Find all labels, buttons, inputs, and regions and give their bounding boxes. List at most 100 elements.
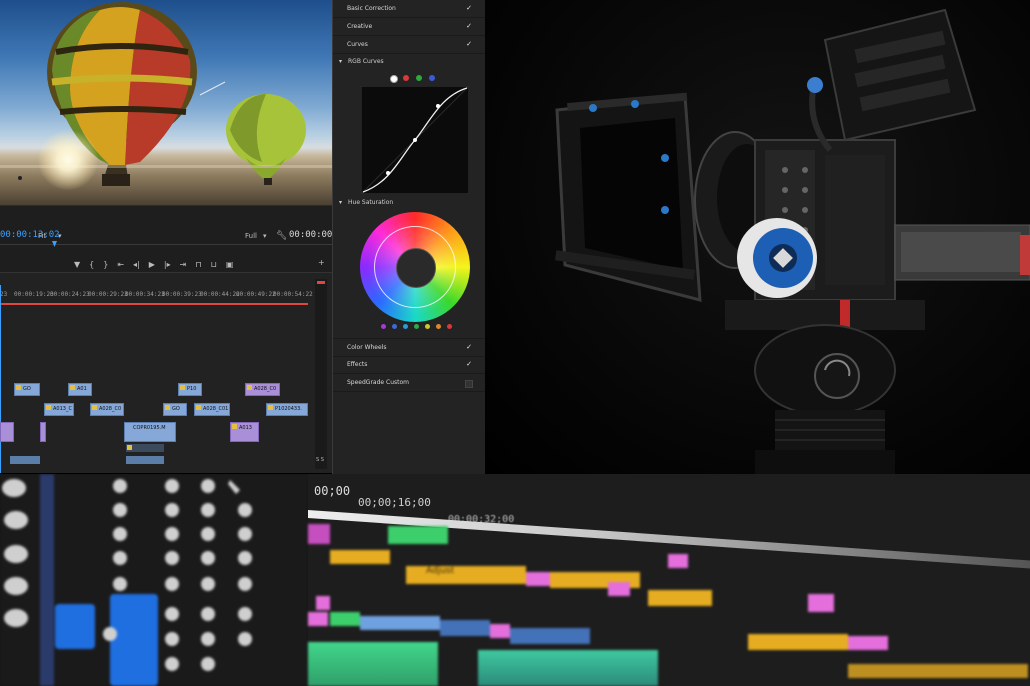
solo-buttons[interactable]: S S <box>316 457 324 463</box>
scrub-bar[interactable] <box>0 244 332 245</box>
swatch-dot[interactable] <box>381 324 386 329</box>
timeline-clip[interactable]: GO <box>14 383 40 396</box>
marker-icon[interactable]: ▼ <box>74 260 80 269</box>
timeline-clip[interactable] <box>308 524 330 544</box>
timeline-clip[interactable]: A028_C01 <box>194 403 230 416</box>
curve-control-point[interactable] <box>436 104 440 108</box>
audio-clip[interactable] <box>478 650 658 686</box>
swatch-dot[interactable] <box>414 324 419 329</box>
wheel-center <box>396 248 436 288</box>
swatch-dot[interactable] <box>425 324 430 329</box>
timeline-clip[interactable] <box>748 634 848 650</box>
ruler-tick-label: 23 <box>0 291 8 298</box>
chevron-down-icon[interactable]: ▾ <box>58 232 62 240</box>
add-button-icon[interactable]: + <box>318 258 325 267</box>
timeline-clip[interactable] <box>848 664 1028 678</box>
checkmark-icon[interactable]: ✓ <box>466 18 472 35</box>
timeline-clip[interactable] <box>10 456 40 464</box>
timeline-clip[interactable] <box>510 628 590 644</box>
checkmark-icon[interactable]: ✓ <box>466 0 472 17</box>
channel-dot-luma[interactable] <box>390 75 398 83</box>
swatch-dot[interactable] <box>436 324 441 329</box>
export-frame-icon[interactable]: ▣ <box>226 260 234 269</box>
chevron-down-icon[interactable]: ▾ <box>263 232 267 240</box>
timeline-clip[interactable]: COPR0195.M <box>124 422 176 442</box>
timeline-clip[interactable] <box>330 612 360 626</box>
work-area-bar[interactable] <box>0 303 308 305</box>
rgb-curve-graph[interactable] <box>361 86 469 194</box>
hue-saturation-heading: Hue Saturation <box>348 199 394 206</box>
section-speedgrade-custom[interactable]: SpeedGrade Custom <box>333 374 485 392</box>
wrench-icon[interactable]: 🔧︎ <box>276 231 287 241</box>
play-icon[interactable]: ▶ <box>149 260 155 269</box>
timeline-clip[interactable] <box>440 620 490 636</box>
timeline-clip[interactable] <box>126 456 164 464</box>
playhead-timecode[interactable]: 00:00:13:02 <box>0 230 60 240</box>
timeline-clip[interactable] <box>808 594 834 612</box>
timeline-clip[interactable] <box>40 422 46 442</box>
go-to-out-icon[interactable]: ⇥ <box>180 260 187 269</box>
audio-clip[interactable] <box>308 642 438 686</box>
checkmark-icon[interactable]: ✓ <box>466 356 472 373</box>
timeline-clip[interactable]: A01 <box>68 383 92 396</box>
lift-icon[interactable]: ⊓ <box>195 260 201 269</box>
timeline-clip[interactable] <box>668 554 688 568</box>
section-creative[interactable]: Creative ✓ <box>333 18 485 36</box>
mark-in-icon[interactable]: { <box>89 260 94 269</box>
step-forward-icon[interactable]: |▸ <box>164 260 171 269</box>
timeline-clip[interactable]: P10 <box>178 383 202 396</box>
timeline-clip[interactable] <box>360 616 440 630</box>
track-header-column <box>0 474 308 686</box>
timeline-clip[interactable]: A028_C0 <box>90 403 124 416</box>
curve-control-point[interactable] <box>413 138 417 142</box>
timeline-clip[interactable] <box>526 572 550 586</box>
zoom-level-select[interactable]: Fit <box>38 232 46 240</box>
channel-dot-red[interactable] <box>403 75 409 81</box>
channel-dot-green[interactable] <box>416 75 422 81</box>
channel-dot-blue[interactable] <box>429 75 435 81</box>
ruler-tick-label: 00:00:19:23 <box>14 291 54 298</box>
timeline-clip[interactable]: GO <box>163 403 187 416</box>
checkbox-empty[interactable] <box>465 380 473 388</box>
timeline-clip[interactable] <box>490 624 510 638</box>
time-ruler[interactable]: 23 00:00:19:23 00:00:24:23 00:00:29:23 0… <box>0 287 313 301</box>
swatch-dot[interactable] <box>447 324 452 329</box>
timeline-clip[interactable] <box>388 526 448 544</box>
timeline-clip[interactable] <box>0 422 14 442</box>
swatch-dot[interactable] <box>392 324 397 329</box>
clip-indicator <box>317 281 325 284</box>
mark-out-icon[interactable]: } <box>103 260 108 269</box>
disclosure-triangle-icon[interactable]: ▾ <box>339 58 342 65</box>
timeline-clip[interactable] <box>330 550 390 564</box>
timeline-clip[interactable]: Adjust <box>406 566 526 584</box>
go-to-in-icon[interactable]: ⇤ <box>117 260 124 269</box>
track-controls-blurred <box>2 474 252 686</box>
section-curves[interactable]: Curves ✓ <box>333 36 485 54</box>
swatch-dot[interactable] <box>403 324 408 329</box>
disclosure-triangle-icon[interactable]: ▾ <box>339 199 342 206</box>
section-color-wheels[interactable]: Color Wheels ✓ <box>333 338 485 357</box>
curve-control-point[interactable] <box>386 171 390 175</box>
extract-icon[interactable]: ⊔ <box>211 260 217 269</box>
hue-saturation-wheel[interactable] <box>360 212 470 322</box>
step-back-icon[interactable]: ◂| <box>133 260 140 269</box>
timeline-clip[interactable] <box>848 636 888 650</box>
section-effects[interactable]: Effects ✓ <box>333 356 485 374</box>
timeline-clip[interactable] <box>608 582 630 596</box>
timeline-clip[interactable] <box>126 444 164 452</box>
timeline-clip[interactable]: A013_C <box>44 403 74 416</box>
timeline-clip[interactable] <box>316 596 330 610</box>
rgb-curves-heading: RGB Curves <box>348 58 384 65</box>
section-basic-correction[interactable]: Basic Correction ✓ <box>333 0 485 18</box>
checkmark-icon[interactable]: ✓ <box>466 339 472 356</box>
curve-channel-selector[interactable] <box>390 74 435 83</box>
ruler-tick-label: 00:00:24:23 <box>50 291 90 298</box>
timeline-clip[interactable]: P1020433. <box>266 403 308 416</box>
timeline-clip[interactable] <box>308 612 328 626</box>
playback-resolution-select[interactable]: Full <box>245 232 257 240</box>
timeline-clip[interactable]: A028_C0 <box>245 383 280 396</box>
ruler-tick-label: 00:00:49:22 <box>236 291 276 298</box>
timeline-clip[interactable] <box>648 590 712 606</box>
checkmark-icon[interactable]: ✓ <box>466 36 472 53</box>
timeline-clip[interactable]: A013 <box>230 422 259 442</box>
